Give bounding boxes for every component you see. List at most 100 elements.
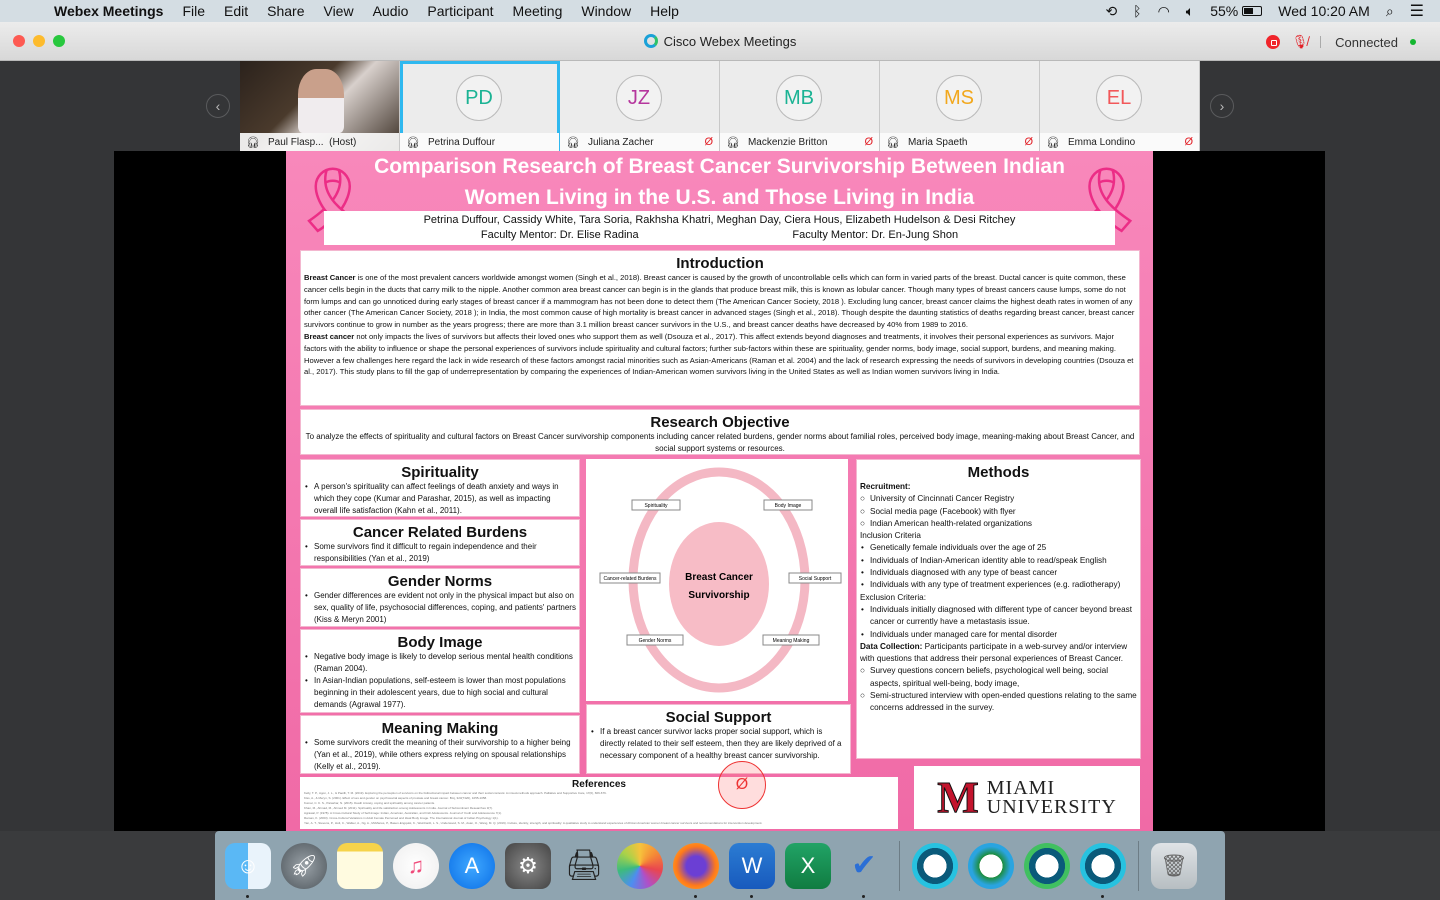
- muted-mic-icon: Ø: [704, 136, 713, 148]
- methods-subheading: Data Collection:: [860, 641, 923, 651]
- headset-icon: 🎧︎: [886, 136, 900, 149]
- dock-webex-3-icon[interactable]: [1024, 842, 1070, 889]
- menu-help[interactable]: Help: [650, 3, 679, 19]
- dock-word-icon[interactable]: W: [729, 842, 775, 898]
- methods-section: Methods Recruitment: University of Cinci…: [856, 459, 1141, 759]
- bullet: Some survivors find it difficult to rega…: [304, 541, 576, 565]
- menu-window[interactable]: Window: [581, 3, 631, 19]
- participant-strip: 🎧︎ Paul Flasp... (Host) PD 🎧︎ Petrina Duf…: [240, 61, 1200, 151]
- dock-trash-icon[interactable]: 🗑︎: [1151, 842, 1197, 889]
- center-label: Breast Cancer: [685, 572, 753, 583]
- muted-mic-icon: Ø: [1184, 136, 1193, 148]
- notification-center-icon[interactable]: ☰: [1410, 1, 1424, 21]
- diagram-svg: Breast Cancer Survivorship Spirituality …: [599, 467, 842, 693]
- menu-edit[interactable]: Edit: [224, 3, 248, 19]
- running-indicator: [750, 894, 753, 898]
- faculty-mentor: Faculty Mentor: Dr. En-Jung Shon: [792, 229, 959, 241]
- list-item: Individuals of Indian-American identity …: [860, 555, 1137, 568]
- dock-webex-1-icon[interactable]: [912, 842, 958, 889]
- window-title-bar: Cisco Webex Meetings 🎙︎̸ Connected: [0, 22, 1440, 61]
- dock-app-store-icon[interactable]: A: [449, 842, 495, 889]
- list-item: Indian American health-related organizat…: [860, 518, 1137, 531]
- list-item: Individuals with any type of treatment e…: [860, 579, 1137, 592]
- dock-music-icon[interactable]: ♫: [393, 842, 439, 889]
- recording-icon[interactable]: [1265, 35, 1280, 49]
- connection-status-text: Connected: [1335, 34, 1398, 50]
- recruitment-list: University of Cincinnati Cancer Registry…: [860, 493, 1137, 530]
- running-indicator: [1101, 894, 1104, 898]
- muted-mic-overlay-icon[interactable]: Ø: [718, 761, 766, 809]
- participant-name: Maria Spaeth: [907, 136, 968, 148]
- bullet: If a breast cancer survivor lacks proper…: [590, 726, 847, 762]
- bullet: Gender differences are evident not only …: [304, 590, 576, 626]
- bluetooth-icon[interactable]: ᛒ: [1133, 3, 1141, 19]
- dock-todo-icon[interactable]: ✔: [841, 843, 887, 898]
- running-indicator: [246, 894, 249, 898]
- connected-indicator-icon: [1410, 39, 1416, 45]
- muted-mic-icon[interactable]: 🎙︎̸: [1292, 34, 1309, 50]
- dock-webex-meetings-icon[interactable]: [1080, 842, 1126, 898]
- diagram-label: Spirituality: [644, 503, 668, 509]
- poster-title-line: Comparison Research of Breast Cancer Sur…: [374, 155, 1065, 178]
- participant-tile[interactable]: MB 🎧︎ Mackenzie Britton Ø: [720, 61, 880, 151]
- spotlight-icon[interactable]: ⌕: [1386, 3, 1394, 20]
- menu-app-name[interactable]: Webex Meetings: [54, 3, 163, 19]
- macos-menu-bar: Webex Meetings File Edit Share View Audi…: [0, 0, 1440, 22]
- headset-icon: 🎧︎: [406, 136, 420, 149]
- intro-bold: Breast cancer: [304, 331, 355, 341]
- dock-finder-icon[interactable]: ☺: [225, 842, 271, 898]
- diagram-label: Cancer-related Burdens: [603, 576, 657, 582]
- dock-printer-icon[interactable]: 🖨︎: [561, 843, 607, 889]
- center-label: Survivorship: [688, 590, 749, 601]
- dock-notes-icon[interactable]: [337, 842, 383, 889]
- section-heading: Gender Norms: [387, 573, 493, 590]
- participant-tile[interactable]: PD 🎧︎ Petrina Duffour: [400, 61, 560, 151]
- participant-name: Petrina Duffour: [427, 136, 496, 148]
- diagram-label: Body Image: [775, 503, 802, 509]
- logo-text: UNIVERSITY: [986, 795, 1117, 818]
- research-poster: 🎗︎ 🎗︎ Comparison Research of Breast Canc…: [286, 151, 1153, 831]
- menu-meeting[interactable]: Meeting: [513, 3, 563, 19]
- menu-view[interactable]: View: [323, 3, 353, 19]
- survivorship-diagram: Breast Cancer Survivorship Spirituality …: [586, 459, 848, 701]
- intro-paragraph: not only impacts the lives of survivors …: [304, 331, 1134, 377]
- center-ellipse: [669, 522, 769, 646]
- running-indicator: [694, 894, 697, 898]
- section-heading: Introduction: [676, 255, 764, 272]
- dock-separator: [899, 840, 900, 891]
- dock-system-preferences-icon[interactable]: ⚙: [505, 842, 551, 889]
- logo-text: MIAMI: [986, 776, 1056, 799]
- previous-participants-button[interactable]: ‹: [206, 94, 230, 118]
- poster-title-line: Women Living in the U.S. and Those Livin…: [464, 186, 975, 209]
- dock-excel-icon[interactable]: X: [785, 842, 831, 889]
- participant-tile[interactable]: JZ 🎧︎ Juliana Zacher Ø: [560, 61, 720, 151]
- section-heading: Meaning Making: [381, 720, 499, 737]
- dock-webex-2-icon[interactable]: [968, 842, 1014, 889]
- dock-photos-icon[interactable]: [617, 842, 663, 889]
- miami-university-logo: M MIAMI UNIVERSITY: [914, 766, 1140, 829]
- section-heading: Research Objective: [650, 414, 790, 431]
- time-machine-icon[interactable]: ⟲: [1105, 3, 1117, 20]
- next-participants-button[interactable]: ›: [1210, 94, 1234, 118]
- participant-tile[interactable]: EL 🎧︎ Emma Londino Ø: [1040, 61, 1200, 151]
- section-heading: Spirituality: [401, 464, 479, 481]
- participant-tile-host[interactable]: 🎧︎ Paul Flasp... (Host): [240, 61, 400, 151]
- participant-nameplate: 🎧︎ Mackenzie Britton Ø: [720, 133, 879, 151]
- dock-firefox-icon[interactable]: [673, 842, 719, 898]
- menu-participant[interactable]: Participant: [427, 3, 493, 19]
- headset-icon: 🎧︎: [566, 136, 580, 149]
- wifi-icon[interactable]: ◠: [1158, 3, 1170, 20]
- menu-audio[interactable]: Audio: [373, 3, 409, 19]
- battery-icon[interactable]: [1242, 6, 1263, 16]
- headset-icon: 🎧︎: [726, 136, 740, 149]
- menu-share[interactable]: Share: [267, 3, 304, 19]
- bullet: Negative body image is likely to develop…: [304, 651, 576, 675]
- clock[interactable]: Wed 10:20 AM: [1278, 3, 1370, 19]
- dock-separator: [1138, 840, 1139, 891]
- menu-file[interactable]: File: [182, 3, 205, 19]
- dock-launchpad-icon[interactable]: 🚀︎: [281, 842, 327, 889]
- window-title-text: Cisco Webex Meetings: [663, 34, 797, 49]
- volume-icon[interactable]: 🔈︎: [1186, 3, 1194, 20]
- participant-tile[interactable]: MS 🎧︎ Maria Spaeth Ø: [880, 61, 1040, 151]
- participant-role: (Host): [329, 136, 357, 148]
